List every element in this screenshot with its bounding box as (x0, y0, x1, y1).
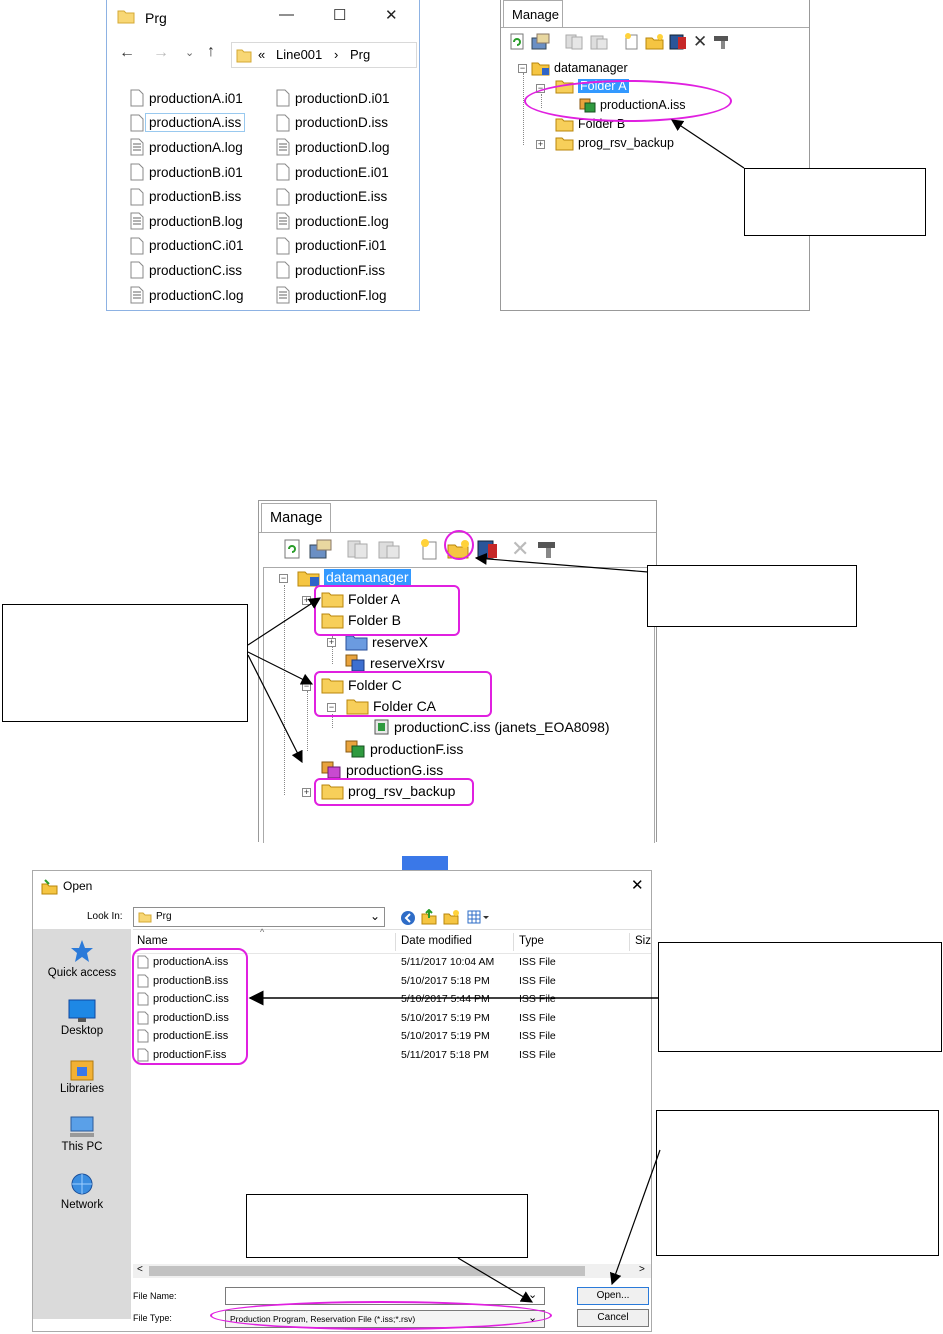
pointer-arrow (247, 651, 314, 685)
arrow-overlay (247, 119, 745, 1303)
pointer-arrow (609, 1149, 661, 1286)
pointer-arrow (247, 654, 303, 764)
pointer-arrow (247, 597, 322, 646)
pointer-arrow (671, 119, 745, 169)
pointer-arrow (474, 552, 649, 573)
pointer-arrow (457, 1257, 534, 1303)
